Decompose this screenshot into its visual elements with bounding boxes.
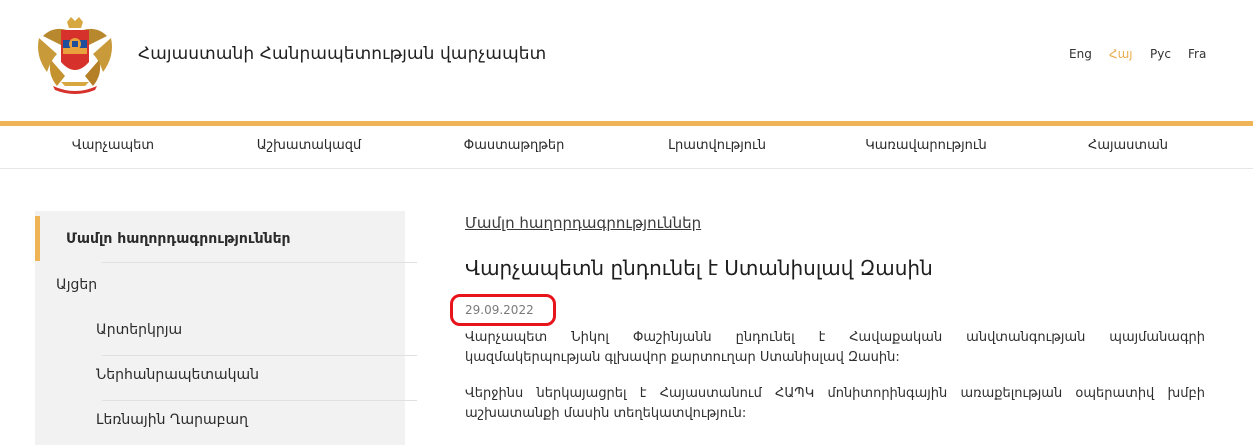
article-paragraph: Վարչապետ Նիկոլ Փաշինյանն ընդունել է Հավա… <box>465 330 1205 365</box>
sidebar-item-label: Լեռնային Ղարաբաղ <box>96 412 249 428</box>
nav-item-armenia[interactable]: Հայաստան <box>1088 138 1168 153</box>
sidebar-item-visits[interactable]: Այցեր <box>35 266 405 311</box>
sidebar-item-label: Այցեր <box>56 277 98 293</box>
sidebar-item-abroad[interactable]: Արտերկրյա <box>35 311 405 356</box>
sidebar-divider <box>102 262 417 263</box>
sidebar-item-nagorno-karabakh[interactable]: Լեռնային Ղարաբաղ <box>35 401 405 445</box>
breadcrumb-press-releases[interactable]: Մամլո հաղորդագրություններ <box>465 214 701 232</box>
site-header: Հայաստանի Հանրապետության վարչապետ Eng Հա… <box>0 0 1253 121</box>
sidebar-item-label: Մամլո հաղորդագրություններ <box>66 231 291 247</box>
nav-item-government[interactable]: Կառավարություն <box>865 138 987 153</box>
nav-item-staff[interactable]: Աշխատակազմ <box>257 138 362 153</box>
site-title[interactable]: Հայաստանի Հանրապետության վարչապետ <box>138 44 546 64</box>
sidebar-item-press-releases[interactable]: Մամլո հաղորդագրություններ <box>35 211 405 266</box>
lang-ru-link[interactable]: Рус <box>1150 47 1171 61</box>
lang-hy-link[interactable]: Հայ <box>1109 47 1133 61</box>
sidebar-item-domestic[interactable]: Ներհանրապետական <box>35 356 405 401</box>
article-title: Վարչապետն ընդունել է Ստանիսլավ Զասին <box>465 256 933 280</box>
coat-of-arms-icon[interactable] <box>33 16 117 98</box>
lang-fr-link[interactable]: Fra <box>1188 47 1206 61</box>
sidebar: Մամլո հաղորդագրություններ Այցեր Արտերկրյ… <box>35 211 417 445</box>
sidebar-item-label: Ներհանրապետական <box>96 367 260 383</box>
main-nav: Վարչապետ Աշխատակազմ Փաստաթղթեր Լրատվությ… <box>0 126 1253 169</box>
article-date: 29.09.2022 <box>465 303 534 317</box>
lang-eng-link[interactable]: Eng <box>1069 47 1092 61</box>
sidebar-item-label: Արտերկրյա <box>96 322 183 338</box>
nav-item-prime-minister[interactable]: Վարչապետ <box>72 138 154 153</box>
sidebar-active-indicator <box>35 216 40 261</box>
article-paragraph: Վերջինս ներկայացրել է Հայաստանում ՀԱՊԿ մ… <box>465 386 1205 421</box>
nav-item-documents[interactable]: Փաստաթղթեր <box>464 138 565 153</box>
nav-item-news[interactable]: Լրատվություն <box>668 138 766 153</box>
